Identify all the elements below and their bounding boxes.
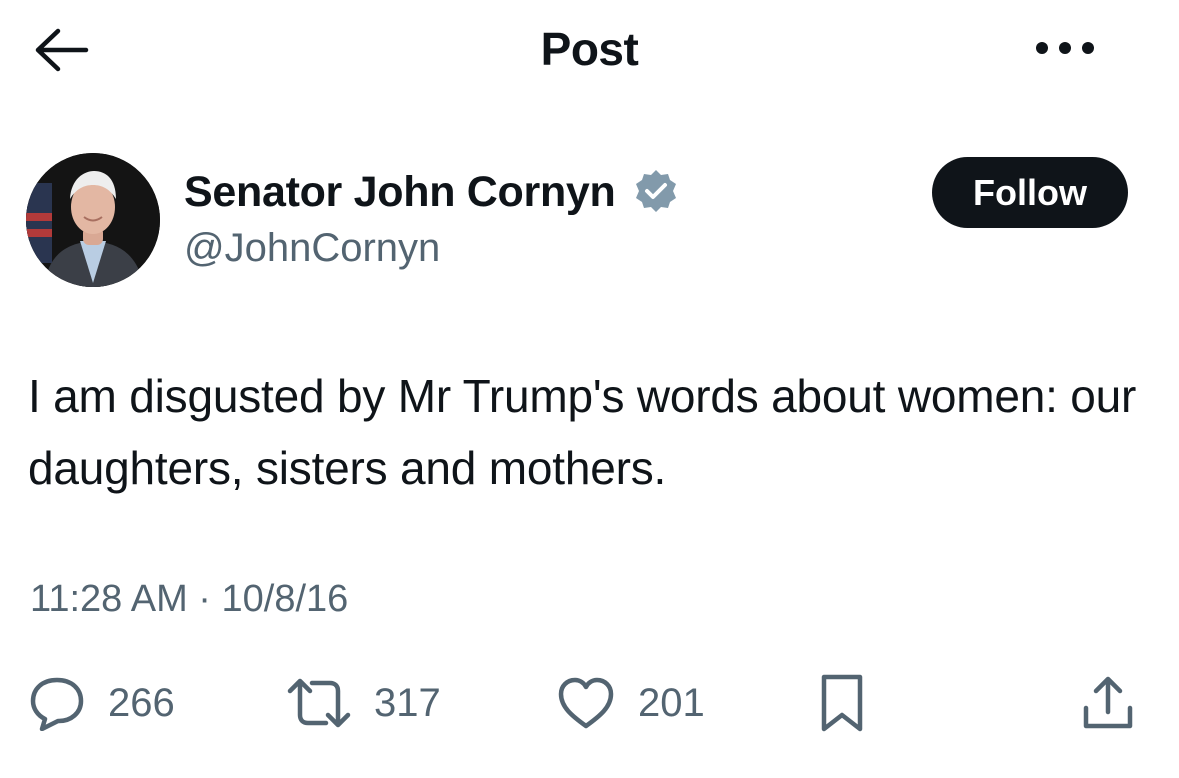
profile-photo	[26, 153, 160, 287]
author-handle[interactable]: @JohnCornyn	[184, 226, 440, 271]
author-display-name[interactable]: Senator John Cornyn	[184, 168, 616, 217]
like-button[interactable]: 201	[556, 672, 705, 734]
repost-button[interactable]: 317	[286, 672, 441, 734]
post-text: I am disgusted by Mr Trump's words about…	[28, 370, 1137, 494]
follow-button[interactable]: Follow	[932, 157, 1128, 228]
more-options-button[interactable]	[1030, 30, 1100, 66]
verified-badge-icon	[636, 170, 676, 212]
post-detail-page: Post Senator John Cornyn @JohnCornyn Fol…	[0, 0, 1179, 778]
share-button[interactable]	[1080, 672, 1136, 734]
avatar[interactable]	[26, 153, 160, 287]
bookmark-button[interactable]	[818, 672, 866, 734]
page-title: Post	[540, 23, 639, 75]
reply-count: 266	[108, 680, 175, 725]
like-count: 201	[638, 680, 705, 725]
heart-icon	[558, 677, 614, 729]
repost-count: 317	[374, 680, 441, 725]
reply-icon	[30, 677, 84, 731]
share-icon	[1083, 676, 1133, 729]
post-timestamp[interactable]: 11:28 AM · 10/8/16	[30, 578, 348, 621]
bookmark-icon	[821, 674, 863, 732]
more-horizontal-icon	[1036, 42, 1094, 54]
reply-button[interactable]: 266	[28, 672, 175, 734]
repost-icon	[287, 678, 351, 728]
